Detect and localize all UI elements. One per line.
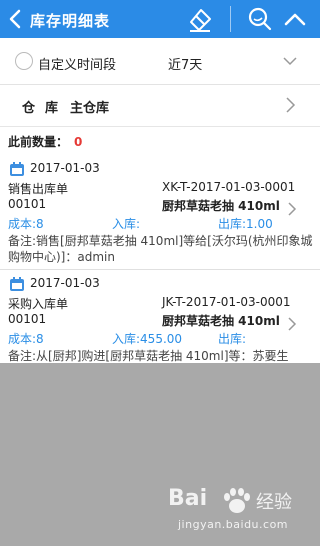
- record-note: 备注:从[厨邦]购进[厨邦草菇老抽 410ml]等：苏要生: [8, 349, 289, 363]
- record-date: 2017-01-03: [30, 276, 100, 290]
- chevron-right-icon[interactable]: [287, 316, 297, 332]
- watermark-brand-right: 经验: [256, 492, 292, 513]
- baidu-jingyan-watermark: Bai 经验 jingyan.baidu.com: [160, 472, 320, 546]
- record-cost: 成本:8: [8, 332, 44, 346]
- top-bar: 库存明细表: [0, 0, 320, 38]
- search-icon[interactable]: [246, 6, 274, 32]
- record-out-qty: 出库:1.00: [218, 217, 273, 231]
- time-range-select[interactable]: 近7天: [168, 54, 202, 73]
- product-name: 厨邦草菇老抽 410ml: [162, 314, 280, 328]
- record-cost: 成本:8: [8, 217, 44, 231]
- record-date: 2017-01-03: [30, 161, 100, 175]
- calendar-icon: [10, 162, 24, 176]
- chevron-down-icon[interactable]: [282, 55, 298, 67]
- eraser-icon[interactable]: [186, 7, 214, 33]
- list-item[interactable]: 2017-01-03 采购入库单 JK-T-2017-01-03-0001 00…: [0, 270, 320, 363]
- calendar-icon: [10, 277, 24, 291]
- custom-range-label: 自定义时间段: [38, 58, 117, 73]
- back-arrow-icon[interactable]: [6, 6, 26, 32]
- record-note: 备注:销售[厨邦草菇老抽 410ml]等给[沃尔玛(杭州印象城购物中心)]：ad…: [8, 234, 313, 264]
- warehouse-row[interactable]: 仓库 主仓库: [0, 84, 320, 126]
- watermark-url: jingyan.baidu.com: [178, 518, 289, 531]
- record-code: JK-T-2017-01-03-0001: [162, 295, 291, 309]
- prior-quantity-label: 此前数量：: [8, 135, 69, 149]
- chevron-right-icon[interactable]: [287, 201, 297, 217]
- filter-panel: 自定义时间段 近7天 仓库 主仓库: [0, 38, 320, 126]
- record-type: 销售出库单: [8, 182, 69, 196]
- prior-quantity: 此前数量： 0: [8, 133, 82, 150]
- chevron-right-icon[interactable]: [284, 96, 296, 114]
- product-code: 00101: [8, 312, 47, 326]
- page-title: 库存明细表: [30, 12, 111, 30]
- prior-quantity-value: 0: [74, 135, 83, 149]
- warehouse-label: 仓库: [22, 101, 69, 116]
- chevron-up-icon[interactable]: [281, 7, 309, 31]
- product-name: 厨邦草菇老抽 410ml: [162, 199, 280, 213]
- product-code: 00101: [8, 197, 47, 211]
- record-in-qty: 入库:: [112, 217, 141, 231]
- time-range-row[interactable]: 自定义时间段 近7天: [0, 38, 320, 85]
- toolbar-divider: [230, 6, 231, 32]
- warehouse-value: 主仓库: [70, 101, 110, 116]
- record-type: 采购入库单: [8, 297, 69, 311]
- watermark-brand-left: Bai: [168, 486, 208, 511]
- list-item[interactable]: 2017-01-03 销售出库单 XK-T-2017-01-03-0001 00…: [0, 155, 320, 270]
- custom-range-radio[interactable]: [15, 52, 33, 70]
- record-in-qty: 入库:455.00: [112, 332, 183, 346]
- record-out-qty: 出库:: [218, 332, 247, 346]
- record-list: 此前数量： 0 2017-01-03 销售出库单 XK-T-2017-01-03-…: [0, 126, 320, 363]
- record-code: XK-T-2017-01-03-0001: [162, 180, 296, 194]
- paw-logo-icon: [224, 488, 250, 513]
